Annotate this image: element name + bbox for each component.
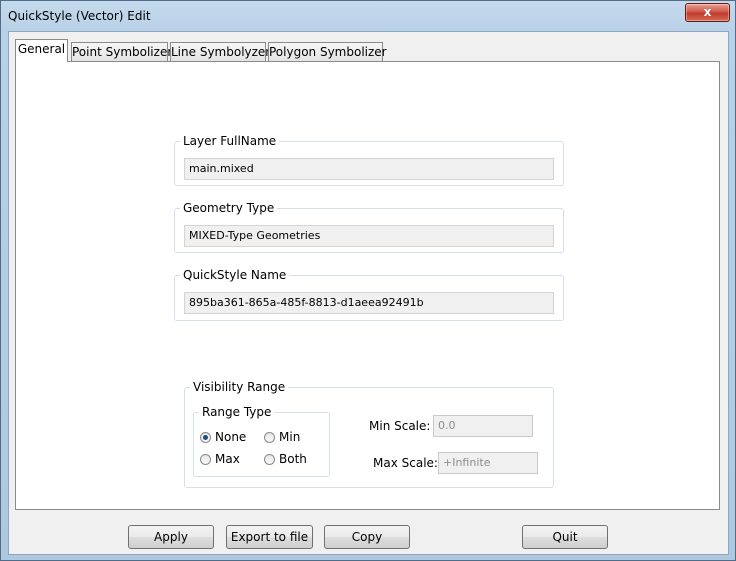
radio-unselected-icon <box>264 454 275 465</box>
tab-point-symbolizer[interactable]: Point Symbolizer <box>71 42 172 62</box>
quickstyle-name-field[interactable]: 895ba361-865a-485f-8813-d1aeea92491b <box>184 292 554 314</box>
range-type-label: Range Type <box>202 405 272 419</box>
quickstyle-name-label: QuickStyle Name <box>183 268 287 282</box>
layer-fullname-field[interactable]: main.mixed <box>184 158 554 180</box>
max-scale-field[interactable]: +Infinite <box>438 452 538 474</box>
quit-button[interactable]: Quit <box>522 525 608 549</box>
close-button[interactable]: x <box>685 3 730 22</box>
visibility-range-label: Visibility Range <box>193 380 286 394</box>
range-none-radio[interactable]: None <box>200 429 246 445</box>
range-min-label: Min <box>279 430 301 444</box>
range-min-radio[interactable]: Min <box>264 429 300 445</box>
range-max-label: Max <box>215 452 240 466</box>
range-both-label: Both <box>279 452 307 466</box>
dialog-client-area: General Point Symbolizer Line Symbolyzer… <box>8 31 729 555</box>
radio-unselected-icon <box>264 432 275 443</box>
tab-general[interactable]: General <box>15 39 68 62</box>
export-to-file-button[interactable]: Export to file <box>226 525 313 549</box>
geometry-type-label: Geometry Type <box>183 201 275 215</box>
copy-button[interactable]: Copy <box>324 525 410 549</box>
apply-button[interactable]: Apply <box>128 525 214 549</box>
tab-polygon-symbolizer[interactable]: Polygon Symbolizer <box>268 42 387 62</box>
general-tab-panel: Layer FullName main.mixed Geometry Type … <box>15 61 720 510</box>
range-max-radio[interactable]: Max <box>200 451 240 467</box>
window-title: QuickStyle (Vector) Edit <box>8 9 151 23</box>
quickstyle-dialog: QuickStyle (Vector) Edit x General Point… <box>0 0 736 561</box>
min-scale-field[interactable]: 0.0 <box>433 415 533 437</box>
max-scale-label: Max Scale: <box>373 456 438 470</box>
min-scale-label: Min Scale: <box>369 419 431 433</box>
title-bar[interactable]: QuickStyle (Vector) Edit x <box>1 1 735 31</box>
layer-fullname-label: Layer FullName <box>183 134 277 148</box>
radio-unselected-icon <box>200 454 211 465</box>
tab-line-symbolyzer[interactable]: Line Symbolyzer <box>170 42 270 62</box>
range-both-radio[interactable]: Both <box>264 451 307 467</box>
radio-selected-icon <box>200 432 211 443</box>
geometry-type-field[interactable]: MIXED-Type Geometries <box>184 225 554 247</box>
range-none-label: None <box>215 430 247 444</box>
